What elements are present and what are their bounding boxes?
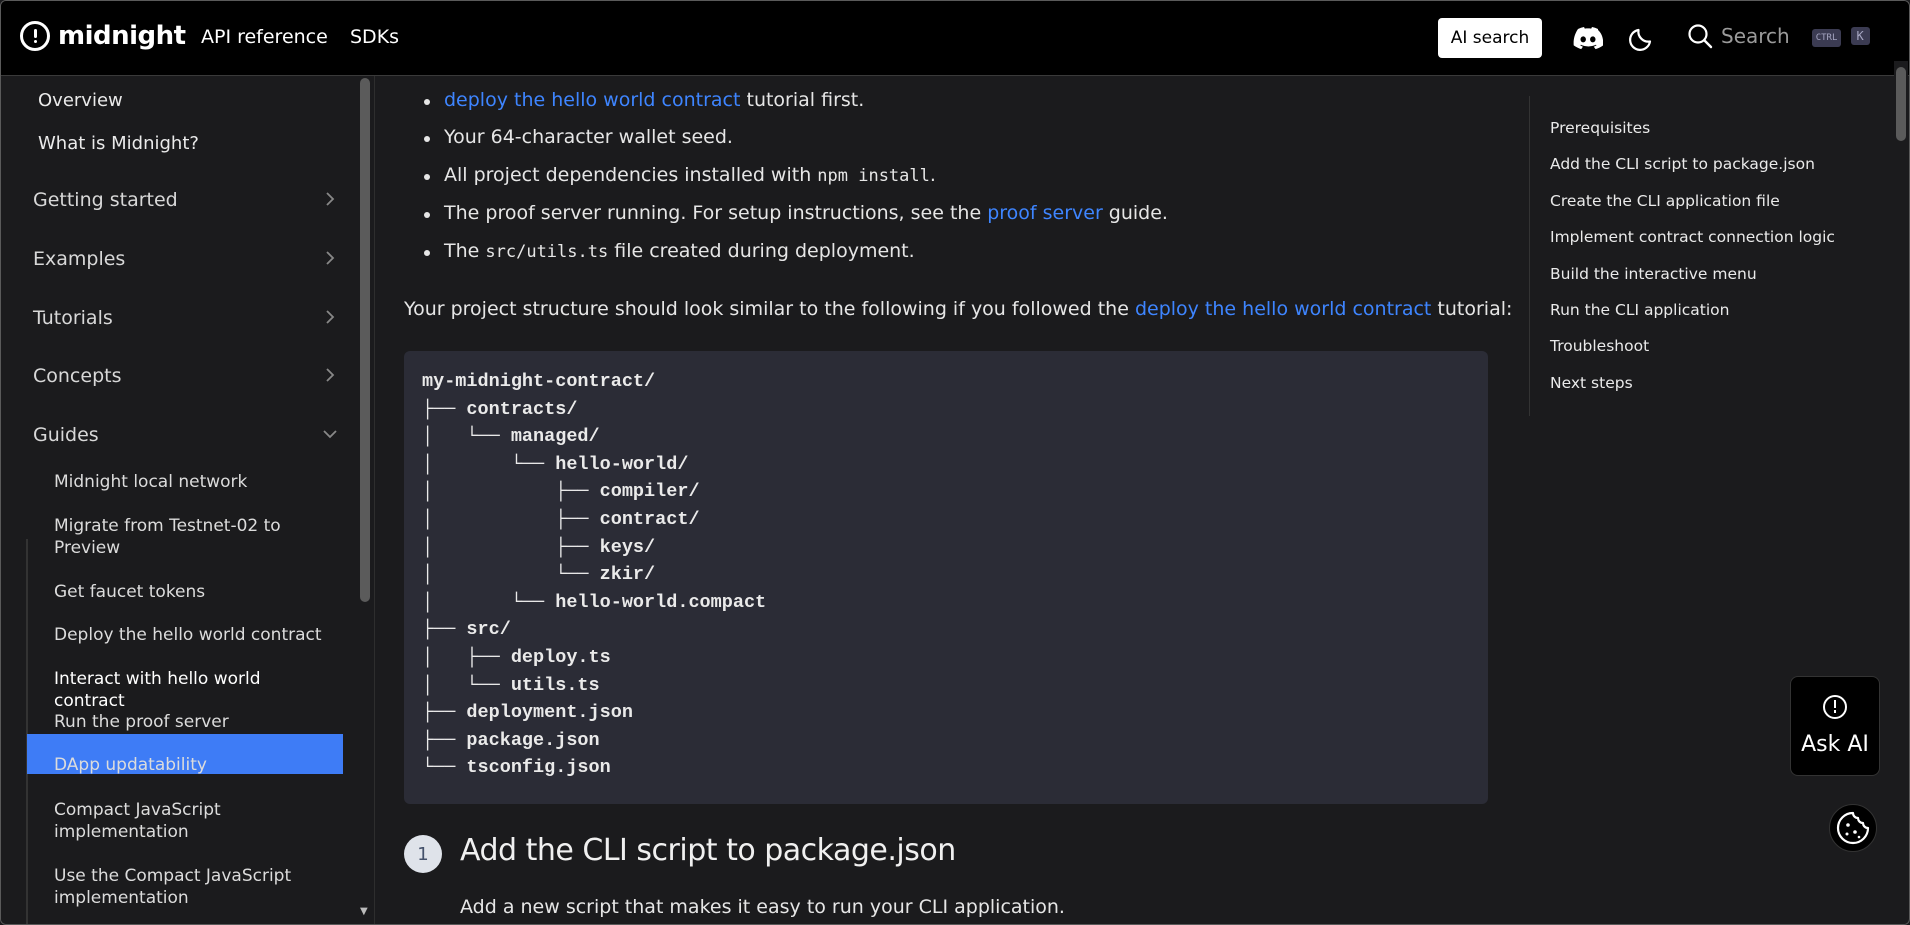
sidebar-category-tutorials[interactable]: Tutorials xyxy=(33,307,338,329)
content-line-continued: deploy the hello world contract tutorial… xyxy=(423,89,865,111)
inline-code-utils-ts: src/utils.ts xyxy=(485,242,609,262)
toc-border xyxy=(1529,96,1530,416)
category-label: Getting started xyxy=(33,189,178,211)
sidebar-item-local-network[interactable]: Midnight local network xyxy=(54,471,329,493)
inline-code-npm-install: npm install xyxy=(817,166,930,186)
nav-link-api-reference[interactable]: API reference xyxy=(201,26,328,48)
sidebar-item-what-is-midnight[interactable]: What is Midnight? xyxy=(38,133,199,154)
code-block-project-structure[interactable]: my-midnight-contract/ ├── contracts/ │ └… xyxy=(404,351,1488,804)
sidebar-scroll-down-arrow[interactable]: ▼ xyxy=(360,906,368,917)
discord-icon[interactable] xyxy=(1573,26,1603,50)
sidebar-item-compact-js[interactable]: Compact JavaScript implementation xyxy=(54,799,329,843)
sidebar-item-migrate-testnet[interactable]: Migrate from Testnet-02 to Preview xyxy=(54,515,329,559)
ask-ai-label: Ask AI xyxy=(1801,732,1869,757)
text: All project dependencies installed with xyxy=(444,164,818,186)
category-label: Tutorials xyxy=(33,307,113,329)
toc-item-prerequisites[interactable]: Prerequisites xyxy=(1550,119,1650,137)
theme-toggle-moon-icon[interactable] xyxy=(1628,24,1656,52)
toc-item-add-cli-script[interactable]: Add the CLI script to package.json xyxy=(1550,155,1815,173)
brand-name: midnight xyxy=(58,21,186,51)
search-label: Search xyxy=(1721,24,1790,48)
chevron-right-icon xyxy=(326,368,335,382)
sidebar-scrollbar-thumb[interactable] xyxy=(360,78,370,602)
text: guide. xyxy=(1102,202,1168,224)
step-heading: Add the CLI script to package.json xyxy=(460,833,956,868)
navbar: midnight API reference SDKs AI search Se… xyxy=(1,1,1909,76)
sidebar-item-deploy-hello-world[interactable]: Deploy the hello world contract xyxy=(54,624,329,646)
chevron-down-icon xyxy=(323,430,337,439)
toc-item-run-cli[interactable]: Run the CLI application xyxy=(1550,301,1729,319)
category-label: Guides xyxy=(33,424,99,446)
step-description: Add a new script that makes it easy to r… xyxy=(460,896,1065,918)
chevron-right-icon xyxy=(326,192,335,206)
link-deploy-tutorial[interactable]: deploy the hello world contract xyxy=(444,89,740,111)
sidebar-item-use-compact-js[interactable]: Use the Compact JavaScript implementatio… xyxy=(54,865,329,909)
search-button[interactable]: Search CTRL K xyxy=(1687,23,1870,49)
main-content: deploy the hello world contract tutorial… xyxy=(375,76,1525,924)
category-label: Concepts xyxy=(33,365,122,387)
sidebar-category-guides[interactable]: Guides xyxy=(33,424,338,446)
code-content: my-midnight-contract/ ├── contracts/ │ └… xyxy=(422,371,767,779)
toc-item-create-cli-file[interactable]: Create the CLI application file xyxy=(1550,192,1780,210)
bullet-proof-server: The proof server running. For setup inst… xyxy=(424,202,1168,224)
text: tutorial first. xyxy=(740,89,865,111)
ai-search-button[interactable]: AI search xyxy=(1438,18,1542,58)
toc-item-interactive-menu[interactable]: Build the interactive menu xyxy=(1550,265,1757,283)
sidebar-category-getting-started[interactable]: Getting started xyxy=(33,189,338,211)
page-scrollbar-thumb[interactable] xyxy=(1896,67,1906,141)
link-deploy-hello-world[interactable]: deploy the hello world contract xyxy=(1135,298,1431,320)
browser-frame: midnight API reference SDKs AI search Se… xyxy=(0,0,1910,925)
chevron-right-icon xyxy=(326,310,335,324)
text: tutorial: xyxy=(1431,298,1513,320)
guides-tree-line xyxy=(26,539,28,924)
bullet-dependencies: All project dependencies installed with … xyxy=(424,164,936,186)
toc-item-contract-connection[interactable]: Implement contract connection logic xyxy=(1550,228,1835,246)
sidebar-item-dapp-updatability[interactable]: DApp updatability xyxy=(54,754,329,776)
text: . xyxy=(929,164,936,186)
bullet-wallet-seed: Your 64-character wallet seed. xyxy=(424,126,733,148)
text: The proof server running. For setup inst… xyxy=(444,202,988,224)
sidebar-item-proof-server[interactable]: Run the proof server xyxy=(54,711,329,733)
page-scrollbar-track[interactable] xyxy=(1894,61,1908,924)
cookie-icon xyxy=(1836,811,1870,845)
project-structure-paragraph: Your project structure should look simil… xyxy=(404,298,1512,320)
nav-link-sdks[interactable]: SDKs xyxy=(350,26,399,48)
sidebar-category-examples[interactable]: Examples xyxy=(33,248,338,270)
sidebar-category-concepts[interactable]: Concepts xyxy=(33,365,338,387)
step-number-badge: 1 xyxy=(404,835,442,873)
brand-logo[interactable]: midnight xyxy=(20,21,186,51)
toc-item-next-steps[interactable]: Next steps xyxy=(1550,374,1633,392)
kbd-k: K xyxy=(1850,27,1870,45)
cookie-settings-button[interactable] xyxy=(1829,804,1877,852)
category-label: Examples xyxy=(33,248,126,270)
link-proof-server[interactable]: proof server xyxy=(987,202,1103,224)
sidebar-item-interact-hello-world[interactable]: Interact with hello world contract xyxy=(54,668,329,712)
text: file created during deployment. xyxy=(608,240,915,262)
sidebar-item-faucet-tokens[interactable]: Get faucet tokens xyxy=(54,581,329,603)
ask-ai-button[interactable]: Ask AI xyxy=(1790,676,1880,776)
kbd-ctrl: CTRL xyxy=(1811,29,1842,47)
chevron-right-icon xyxy=(326,251,335,265)
midnight-logo-icon xyxy=(1823,695,1847,719)
docs-sidebar: Overview What is Midnight? Getting start… xyxy=(1,76,357,924)
sidebar-item-overview[interactable]: Overview xyxy=(38,90,123,111)
text: Your project structure should look simil… xyxy=(404,298,1135,320)
midnight-logo-icon xyxy=(20,21,50,51)
toc-item-troubleshoot[interactable]: Troubleshoot xyxy=(1550,337,1649,355)
bullet-utils-file: The src/utils.ts file created during dep… xyxy=(424,240,915,262)
search-icon xyxy=(1688,24,1713,49)
text: The xyxy=(444,240,486,262)
